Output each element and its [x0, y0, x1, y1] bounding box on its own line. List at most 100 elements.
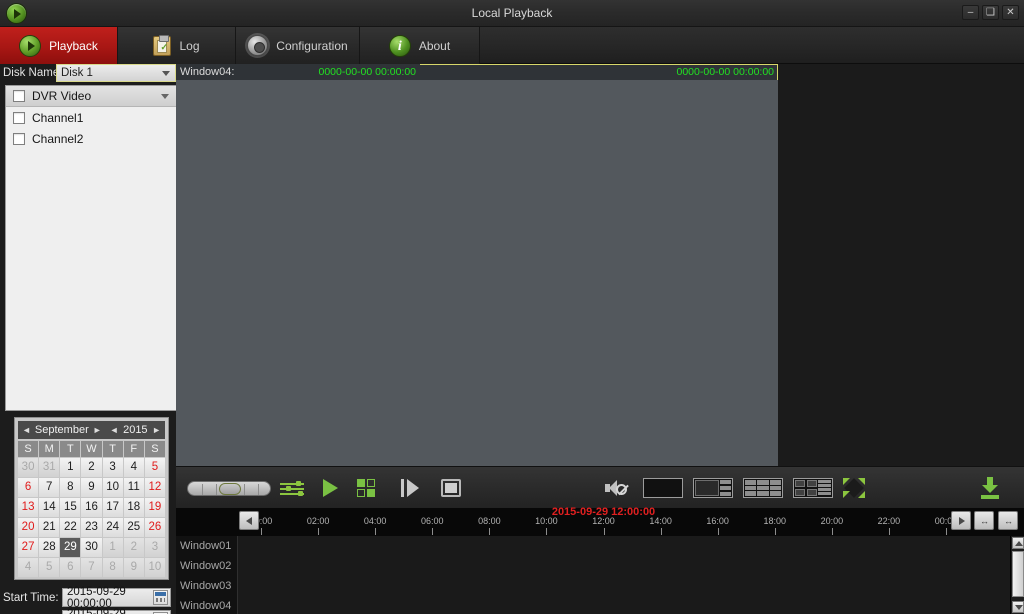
tree-root-dvr-video[interactable]: DVR Video	[6, 86, 176, 107]
tree-item-channel1[interactable]: Channel1	[6, 107, 176, 128]
calendar-day[interactable]: 7	[39, 478, 60, 497]
fullscreen-icon[interactable]	[843, 478, 865, 498]
calendar-day[interactable]: 6	[18, 478, 39, 497]
timeline-zoom-in-button[interactable]: ↔	[974, 511, 994, 530]
tab-log[interactable]: ✓ Log	[118, 27, 236, 64]
timeline-tick-label: 02:00	[306, 516, 330, 526]
maximize-button[interactable]: ❑	[982, 5, 999, 20]
layout-3x3-icon[interactable]	[743, 478, 783, 498]
start-time-input[interactable]: 2015-09-29 00:00:00	[62, 586, 171, 610]
calendar-day[interactable]: 26	[144, 518, 165, 537]
tab-playback[interactable]: Playback	[0, 27, 118, 64]
calendar-day[interactable]: 15	[60, 498, 81, 517]
calendar-day[interactable]: 30	[18, 458, 39, 477]
calendar-day[interactable]: 19	[144, 498, 165, 517]
timeline-row-track[interactable]	[238, 536, 1010, 556]
close-button[interactable]: ✕	[1002, 5, 1019, 20]
tree-item-channel2[interactable]: Channel2	[6, 128, 176, 149]
calendar-day[interactable]: 29	[60, 538, 81, 557]
grid-view-icon[interactable]	[357, 479, 377, 498]
calendar-day[interactable]: 11	[123, 478, 144, 497]
timeline-prev-button[interactable]	[239, 511, 259, 530]
calendar-day[interactable]: 2	[81, 458, 102, 477]
video-grid: Window01: 0000-00-00 00:00:00 Window02: …	[176, 64, 1024, 466]
checkbox-channel2[interactable]	[13, 132, 25, 145]
scrollbar-thumb[interactable]	[1012, 551, 1024, 597]
calendar-day[interactable]: 9	[81, 478, 102, 497]
calendar-day[interactable]: 28	[39, 538, 60, 557]
calendar-day[interactable]: 2	[123, 538, 144, 557]
calendar-day[interactable]: 9	[123, 558, 144, 577]
calendar-day[interactable]: 22	[60, 518, 81, 537]
prev-month-button[interactable]: ◄	[18, 425, 35, 435]
calendar-day[interactable]: 23	[81, 518, 102, 537]
calendar-day[interactable]: 8	[102, 558, 123, 577]
calendar-day[interactable]: 13	[18, 498, 39, 517]
stop-time-input[interactable]: 2015-09-29 23:59:59	[62, 608, 171, 614]
calendar-day[interactable]: 6	[60, 558, 81, 577]
checkbox-channel1[interactable]	[13, 111, 25, 124]
timeline-tick	[946, 528, 947, 535]
calendar-day[interactable]: 24	[102, 518, 123, 537]
calendar-day[interactable]: 3	[144, 538, 165, 557]
calendar-day[interactable]: 30	[81, 538, 102, 557]
mute-icon[interactable]	[605, 479, 627, 497]
application-window: Local Playback – ❑ ✕ Playback ✓ Log Conf…	[0, 0, 1024, 614]
calendar-day[interactable]: 16	[81, 498, 102, 517]
date-picker-calendar: ◄ September ► ◄ 2015 ► S M T W T F S 30 31 1 2 3 4 5 6…	[14, 417, 169, 580]
timeline-row-track[interactable]	[238, 556, 1010, 576]
calendar-day[interactable]: 12	[144, 478, 165, 497]
video-window-04-canvas[interactable]	[176, 80, 420, 196]
next-month-button[interactable]: ►	[89, 425, 106, 435]
filter-icon[interactable]	[280, 481, 304, 497]
frame-step-icon[interactable]	[401, 479, 421, 497]
calendar-day[interactable]: 21	[39, 518, 60, 537]
timeline-tick-label: 22:00	[877, 516, 901, 526]
calendar-day[interactable]: 10	[144, 558, 165, 577]
prev-year-button[interactable]: ◄	[106, 425, 123, 435]
calendar-day[interactable]: 3	[102, 458, 123, 477]
speed-slider-knob[interactable]	[219, 483, 241, 495]
minimize-button[interactable]: –	[962, 5, 979, 20]
calendar-day[interactable]: 17	[102, 498, 123, 517]
calendar-day[interactable]: 18	[123, 498, 144, 517]
calendar-day[interactable]: 31	[39, 458, 60, 477]
calendar-day[interactable]: 10	[102, 478, 123, 497]
calendar-day[interactable]: 27	[18, 538, 39, 557]
next-year-button[interactable]: ►	[148, 425, 165, 435]
timeline-ruler[interactable]: 00:00 02:00 04:00 06:00 08:00 10:00 12:00 14:00…	[176, 506, 1024, 536]
chevron-down-icon[interactable]	[161, 93, 169, 99]
download-icon[interactable]	[979, 477, 1001, 499]
calendar-day[interactable]: 4	[123, 458, 144, 477]
calendar-day[interactable]: 5	[39, 558, 60, 577]
checkbox-dvr-video[interactable]	[13, 90, 25, 102]
timeline-zoom-out-button[interactable]: ↔	[998, 511, 1018, 530]
layout-single-icon[interactable]	[643, 478, 683, 498]
disk-name-select[interactable]: Disk 1	[56, 64, 176, 82]
timeline-scrollbar[interactable]	[1010, 536, 1024, 614]
calendar-day[interactable]: 25	[123, 518, 144, 537]
tab-configuration[interactable]: Configuration	[236, 27, 360, 64]
calendar-day[interactable]: 4	[18, 558, 39, 577]
calendar-day[interactable]: 5	[144, 458, 165, 477]
calendar-day[interactable]: 7	[81, 558, 102, 577]
scroll-up-button[interactable]	[1012, 537, 1024, 549]
scroll-down-button[interactable]	[1012, 601, 1024, 613]
timeline-row-track[interactable]	[238, 596, 1010, 614]
layout-1plus3-icon[interactable]	[693, 478, 733, 498]
video-window-04-timestamp: 0000-00-00 00:00:00	[318, 66, 417, 78]
video-window-04[interactable]: Window04: 0000-00-00 00:00:00	[176, 64, 420, 196]
play-icon[interactable]	[323, 479, 338, 497]
calendar-day[interactable]: 1	[102, 538, 123, 557]
calendar-day[interactable]: 20	[18, 518, 39, 537]
calendar-picker-icon[interactable]	[153, 590, 168, 605]
timeline-row-track[interactable]	[238, 576, 1010, 596]
calendar-day[interactable]: 14	[39, 498, 60, 517]
layout-2x2-side-icon[interactable]	[793, 478, 833, 498]
calendar-day[interactable]: 8	[60, 478, 81, 497]
tab-about[interactable]: About	[360, 27, 480, 64]
stop-icon[interactable]	[441, 479, 461, 497]
playback-speed-slider[interactable]	[187, 481, 271, 496]
timeline-next-button[interactable]	[951, 511, 971, 530]
calendar-day[interactable]: 1	[60, 458, 81, 477]
